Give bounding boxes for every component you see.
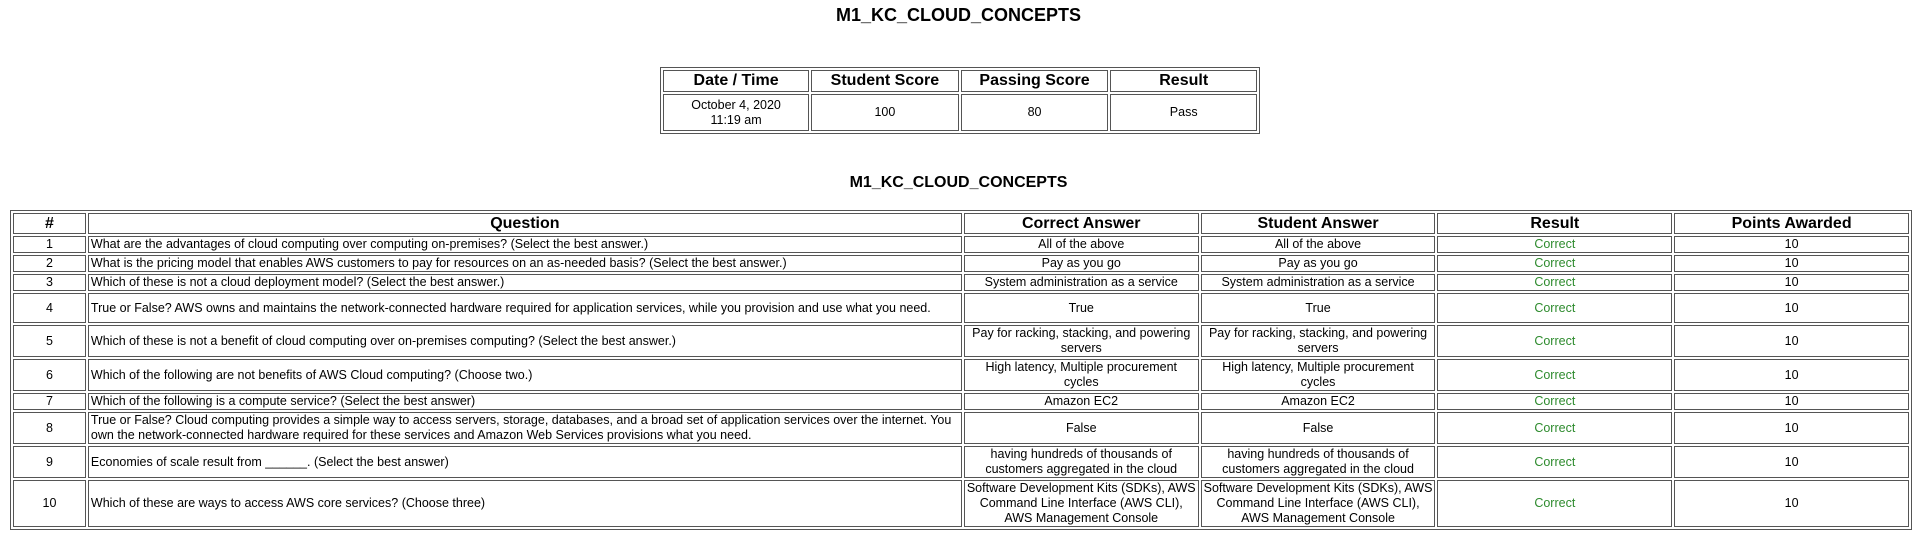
row-points-awarded: 10	[1674, 255, 1909, 272]
page-title: M1_KC_CLOUD_CONCEPTS	[835, 5, 1082, 25]
row-question: True or False? AWS owns and maintains th…	[87, 293, 962, 323]
table-row: 2 What is the pricing model that enables …	[13, 255, 1909, 272]
row-result: Correct	[1437, 293, 1673, 323]
results-header-student-answer: Student Answer	[1200, 213, 1436, 234]
row-result: Correct	[1437, 325, 1673, 357]
summary-date-time: October 4, 2020 11:19 am	[663, 94, 810, 131]
row-question: True or False? Cloud computing provides …	[87, 412, 962, 444]
row-correct-answer: High latency, Multiple procurement cycle…	[963, 359, 1199, 391]
row-correct-answer: True	[963, 293, 1199, 323]
results-header-result: Result	[1437, 213, 1673, 234]
results-header-number: #	[13, 213, 86, 234]
row-points-awarded: 10	[1674, 293, 1909, 323]
row-student-answer: System administration as a service	[1200, 274, 1436, 291]
row-question: Which of these are ways to access AWS co…	[87, 480, 962, 527]
row-student-answer: True	[1200, 293, 1436, 323]
summary-date: October 4, 2020	[691, 97, 781, 112]
results-header-points: Points Awarded	[1674, 213, 1909, 234]
summary-result: Pass	[1110, 94, 1257, 131]
row-number: 3	[13, 274, 86, 291]
table-row: 10 Which of these are ways to access AWS …	[13, 480, 1909, 527]
summary-student-score: 100	[811, 94, 959, 131]
row-correct-answer: All of the above	[963, 236, 1199, 253]
results-table: # Question Correct Answer Student Answer…	[10, 210, 1912, 530]
row-number: 9	[13, 446, 86, 478]
row-student-answer: Amazon EC2	[1200, 393, 1436, 410]
row-question: Economies of scale result from ______. (…	[87, 446, 962, 478]
row-correct-answer: Amazon EC2	[963, 393, 1199, 410]
row-result: Correct	[1437, 393, 1673, 410]
summary-passing-score: 80	[960, 94, 1109, 131]
row-student-answer: High latency, Multiple procurement cycle…	[1200, 359, 1436, 391]
summary-time: 11:19 am	[710, 112, 762, 127]
row-student-answer: Pay for racking, stacking, and powering …	[1200, 325, 1436, 357]
row-correct-answer: having hundreds of thousands of customer…	[963, 446, 1199, 478]
row-student-answer: Pay as you go	[1200, 255, 1436, 272]
row-result: Correct	[1437, 274, 1673, 291]
row-question: Which of these is not a cloud deployment…	[87, 274, 962, 291]
summary-table: Date / Time Student Score Passing Score …	[660, 67, 1260, 134]
row-question: What is the pricing model that enables A…	[87, 255, 962, 272]
row-number: 8	[13, 412, 86, 444]
summary-row: October 4, 2020 11:19 am 100 80 Pass	[663, 94, 1257, 131]
summary-header-row: Date / Time Student Score Passing Score …	[663, 70, 1257, 92]
row-number: 6	[13, 359, 86, 391]
row-result: Correct	[1437, 255, 1673, 272]
summary-header-result: Result	[1110, 70, 1257, 92]
row-result: Correct	[1437, 480, 1673, 527]
summary-header-passing-score: Passing Score	[960, 70, 1109, 92]
row-points-awarded: 10	[1674, 359, 1909, 391]
row-result: Correct	[1437, 412, 1673, 444]
results-header-row: # Question Correct Answer Student Answer…	[13, 213, 1909, 234]
table-row: 4 True or False? AWS owns and maintains t…	[13, 293, 1909, 323]
row-points-awarded: 10	[1674, 480, 1909, 527]
row-number: 10	[13, 480, 86, 527]
row-result: Correct	[1437, 236, 1673, 253]
row-student-answer: Software Development Kits (SDKs), AWS Co…	[1200, 480, 1436, 527]
table-row: 3 Which of these is not a cloud deploymen…	[13, 274, 1909, 291]
row-number: 7	[13, 393, 86, 410]
results-header-correct-answer: Correct Answer	[963, 213, 1199, 234]
row-number: 5	[13, 325, 86, 357]
summary-header-student-score: Student Score	[811, 70, 959, 92]
section-title: M1_KC_CLOUD_CONCEPTS	[849, 174, 1068, 191]
table-row: 1 What are the advantages of cloud comput…	[13, 236, 1909, 253]
row-points-awarded: 10	[1674, 446, 1909, 478]
row-points-awarded: 10	[1674, 412, 1909, 444]
table-row: 8 True or False? Cloud computing provides…	[13, 412, 1909, 444]
row-correct-answer: Pay for racking, stacking, and powering …	[963, 325, 1199, 357]
table-row: 6 Which of the following are not benefits…	[13, 359, 1909, 391]
row-student-answer: All of the above	[1200, 236, 1436, 253]
row-number: 1	[13, 236, 86, 253]
row-points-awarded: 10	[1674, 325, 1909, 357]
row-number: 4	[13, 293, 86, 323]
row-student-answer: False	[1200, 412, 1436, 444]
row-points-awarded: 10	[1674, 274, 1909, 291]
row-points-awarded: 10	[1674, 393, 1909, 410]
row-question: Which of the following is a compute serv…	[87, 393, 962, 410]
row-correct-answer: System administration as a service	[963, 274, 1199, 291]
row-question: Which of these is not a benefit of cloud…	[87, 325, 962, 357]
row-correct-answer: Software Development Kits (SDKs), AWS Co…	[963, 480, 1199, 527]
row-result: Correct	[1437, 359, 1673, 391]
row-question: Which of the following are not benefits …	[87, 359, 962, 391]
row-points-awarded: 10	[1674, 236, 1909, 253]
table-row: 7 Which of the following is a compute ser…	[13, 393, 1909, 410]
row-question: What are the advantages of cloud computi…	[87, 236, 962, 253]
results-header-question: Question	[87, 213, 962, 234]
row-correct-answer: Pay as you go	[963, 255, 1199, 272]
summary-header-date: Date / Time	[663, 70, 810, 92]
row-student-answer: having hundreds of thousands of customer…	[1200, 446, 1436, 478]
table-row: 5 Which of these is not a benefit of clou…	[13, 325, 1909, 357]
row-number: 2	[13, 255, 86, 272]
row-result: Correct	[1437, 446, 1673, 478]
table-row: 9 Economies of scale result from ______. …	[13, 446, 1909, 478]
row-correct-answer: False	[963, 412, 1199, 444]
